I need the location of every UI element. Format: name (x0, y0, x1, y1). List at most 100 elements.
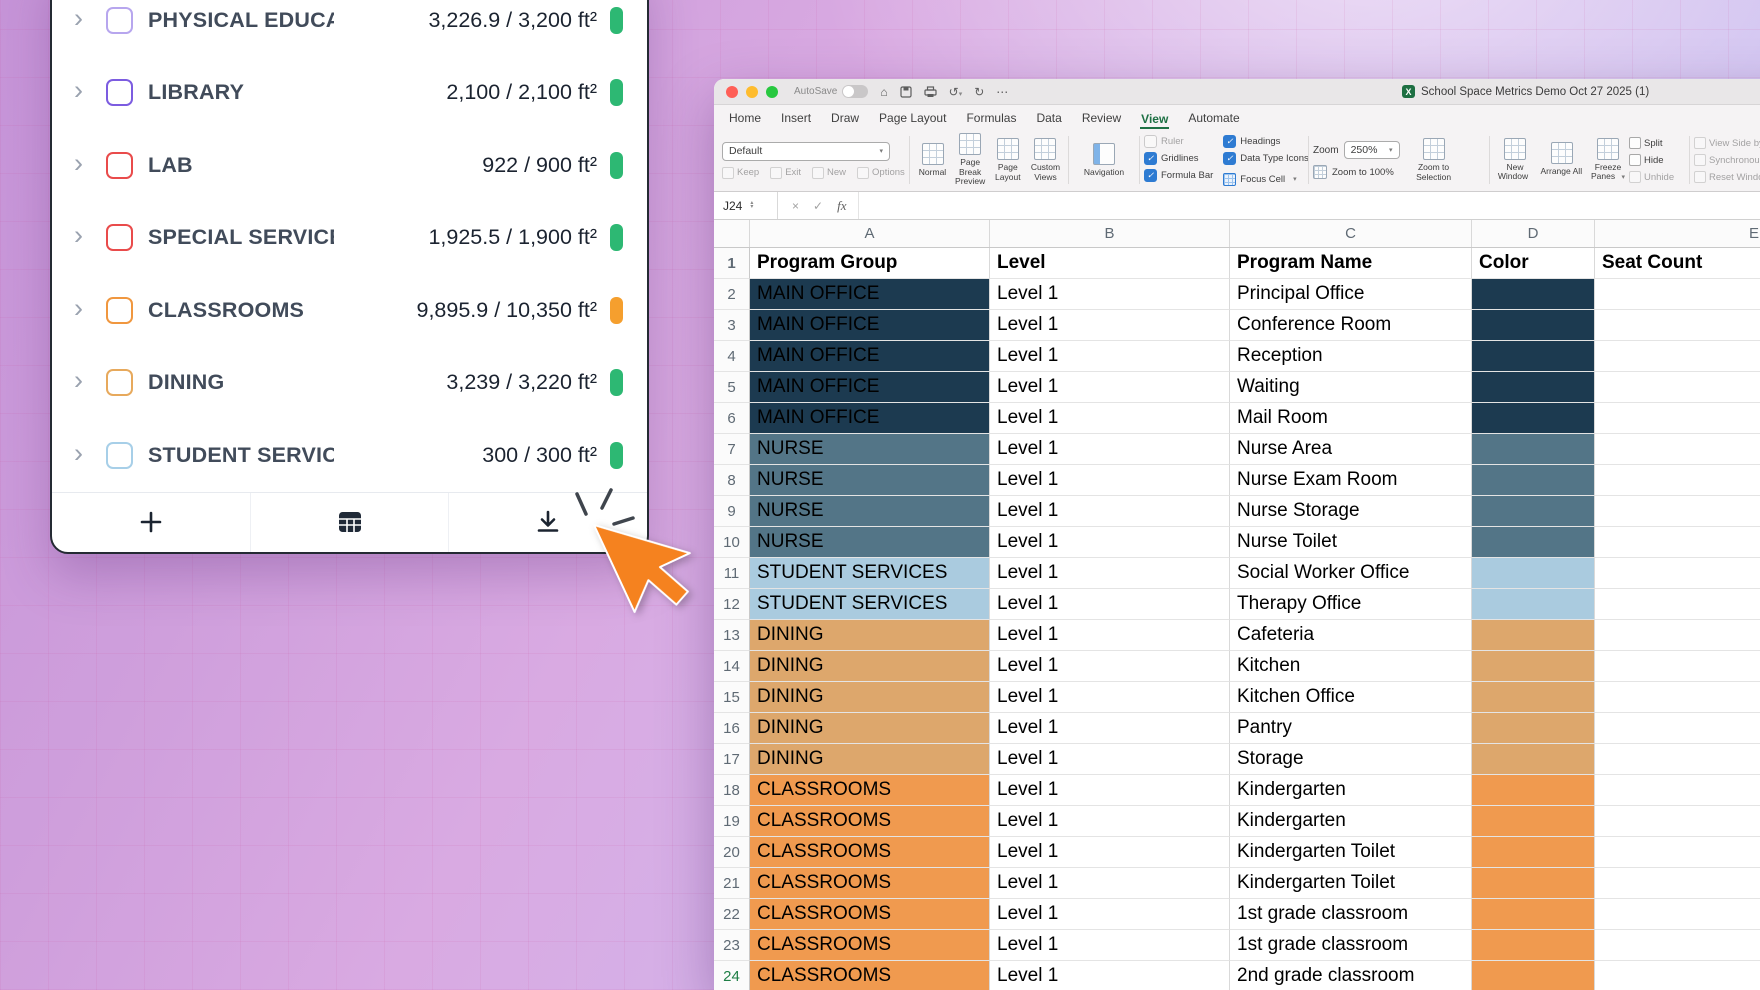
cell-seat-count[interactable] (1595, 744, 1760, 775)
cell-program-name[interactable]: Kitchen (1230, 651, 1472, 682)
split-group-button[interactable]: Split (1629, 137, 1662, 149)
cell-program-group[interactable]: NURSE (750, 527, 990, 558)
cell-program-group[interactable]: MAIN OFFICE (750, 372, 990, 403)
cell-program-group[interactable]: STUDENT SERVICES (750, 589, 990, 620)
row-number[interactable]: 9 (714, 496, 750, 527)
cell-color[interactable] (1472, 558, 1595, 589)
cancel-icon[interactable]: × (792, 199, 799, 213)
side-by-side-button[interactable]: View Side by Side (1694, 137, 1760, 149)
cell-level[interactable]: Level 1 (990, 930, 1230, 961)
row-number[interactable]: 15 (714, 682, 750, 713)
chevron-right-icon[interactable]: › (74, 367, 100, 394)
undo-icon[interactable]: ↺▾ (949, 86, 963, 98)
sheet-view-button[interactable]: New (812, 167, 846, 179)
cell-level[interactable]: Level 1 (990, 310, 1230, 341)
cell-level[interactable]: Level 1 (990, 713, 1230, 744)
cell-program-name[interactable]: Kindergarten (1230, 806, 1472, 837)
print-icon[interactable] (924, 86, 937, 98)
chevron-right-icon[interactable]: › (74, 295, 100, 322)
cell-seat-count[interactable] (1595, 310, 1760, 341)
group-color-checkbox[interactable] (106, 79, 133, 106)
cell-program-group[interactable]: MAIN OFFICE (750, 341, 990, 372)
program-group-row[interactable]: › PHYSICAL EDUCA 3,226.9 / 3,200 ft² (52, 0, 647, 57)
cell-color[interactable] (1472, 434, 1595, 465)
cell-level[interactable]: Level 1 (990, 465, 1230, 496)
table-view-button[interactable] (250, 493, 449, 553)
zoom-to-selection-button[interactable]: Zoom to Selection (1408, 138, 1460, 183)
window-button[interactable]: Arrange All (1541, 142, 1583, 177)
autosave-toggle[interactable] (842, 85, 868, 98)
view-checkbox[interactable]: ✓ Gridlines (1144, 152, 1213, 165)
cell-level-header[interactable]: Level (990, 248, 1230, 279)
cell-level[interactable]: Level 1 (990, 744, 1230, 775)
cell-program-name[interactable]: 1st grade classroom (1230, 899, 1472, 930)
cell-color[interactable] (1472, 868, 1595, 899)
cell-seat-count[interactable] (1595, 558, 1760, 589)
cell-program-group[interactable]: CLASSROOMS (750, 930, 990, 961)
cell-program-group[interactable]: MAIN OFFICE (750, 279, 990, 310)
view-checkbox[interactable]: ✓ Headings (1223, 135, 1308, 148)
cell-program-name[interactable]: Social Worker Office (1230, 558, 1472, 589)
group-color-checkbox[interactable] (106, 7, 133, 34)
cell-program-name[interactable]: Nurse Toilet (1230, 527, 1472, 558)
export-button[interactable] (448, 493, 647, 553)
ribbon-tab[interactable]: Formulas (965, 111, 1017, 129)
ribbon-tab[interactable]: Home (728, 111, 762, 129)
cell-seat-count[interactable] (1595, 589, 1760, 620)
cell-program-group[interactable]: CLASSROOMS (750, 775, 990, 806)
workbook-view-button[interactable]: Custom Views (1027, 138, 1064, 183)
cell-program-name[interactable]: Therapy Office (1230, 589, 1472, 620)
cell-program-name[interactable]: Waiting (1230, 372, 1472, 403)
row-number[interactable]: 2 (714, 279, 750, 310)
save-icon[interactable] (900, 86, 912, 98)
ribbon-tab[interactable]: Automate (1187, 111, 1240, 129)
split-group-button[interactable]: Unhide (1629, 171, 1674, 183)
row-number[interactable]: 1 (714, 248, 750, 279)
cell-seat-count[interactable] (1595, 341, 1760, 372)
cell-program-group[interactable]: CLASSROOMS (750, 837, 990, 868)
chevron-right-icon[interactable]: › (74, 150, 100, 177)
row-number[interactable]: 19 (714, 806, 750, 837)
row-number[interactable]: 17 (714, 744, 750, 775)
row-number[interactable]: 11 (714, 558, 750, 589)
column-header-d[interactable]: D (1472, 220, 1595, 247)
cell-color[interactable] (1472, 713, 1595, 744)
cell-color[interactable] (1472, 372, 1595, 403)
cell-level[interactable]: Level 1 (990, 837, 1230, 868)
row-number[interactable]: 6 (714, 403, 750, 434)
cell-program-group-header[interactable]: Program Group (750, 248, 990, 279)
cell-program-group[interactable]: NURSE (750, 434, 990, 465)
view-checkbox[interactable]: ✓ Formula Bar (1144, 169, 1213, 182)
redo-icon[interactable]: ↻ (974, 86, 984, 98)
cell-program-group[interactable]: NURSE (750, 465, 990, 496)
row-number[interactable]: 3 (714, 310, 750, 341)
formula-input[interactable] (858, 192, 1760, 219)
cell-level[interactable]: Level 1 (990, 341, 1230, 372)
row-number[interactable]: 10 (714, 527, 750, 558)
cell-level[interactable]: Level 1 (990, 651, 1230, 682)
insert-function-icon[interactable]: fx (837, 198, 846, 214)
cell-program-group[interactable]: CLASSROOMS (750, 899, 990, 930)
cell-color[interactable] (1472, 775, 1595, 806)
cell-level[interactable]: Level 1 (990, 372, 1230, 403)
name-box-stepper-icon[interactable]: ▴▾ (750, 202, 753, 209)
row-number[interactable]: 21 (714, 868, 750, 899)
row-number[interactable]: 4 (714, 341, 750, 372)
cell-seat-count[interactable] (1595, 496, 1760, 527)
cell-color[interactable] (1472, 651, 1595, 682)
cell-program-name[interactable]: Cafeteria (1230, 620, 1472, 651)
cell-color[interactable] (1472, 961, 1595, 990)
cell-program-group[interactable]: CLASSROOMS (750, 806, 990, 837)
column-header-e[interactable]: E (1595, 220, 1760, 247)
cell-color[interactable] (1472, 682, 1595, 713)
cell-program-group[interactable]: NURSE (750, 496, 990, 527)
view-checkbox[interactable]: ✓ Data Type Icons (1223, 152, 1308, 165)
cell-program-name-header[interactable]: Program Name (1230, 248, 1472, 279)
cell-color[interactable] (1472, 341, 1595, 372)
split-group-button[interactable]: Hide (1629, 154, 1664, 166)
focus-cell-button[interactable]: Focus Cell ▾ (1223, 173, 1308, 186)
zoom-dropdown[interactable]: 250% ▾ (1344, 141, 1400, 159)
cell-seat-count[interactable] (1595, 682, 1760, 713)
cell-seat-count[interactable] (1595, 868, 1760, 899)
cell-level[interactable]: Level 1 (990, 496, 1230, 527)
